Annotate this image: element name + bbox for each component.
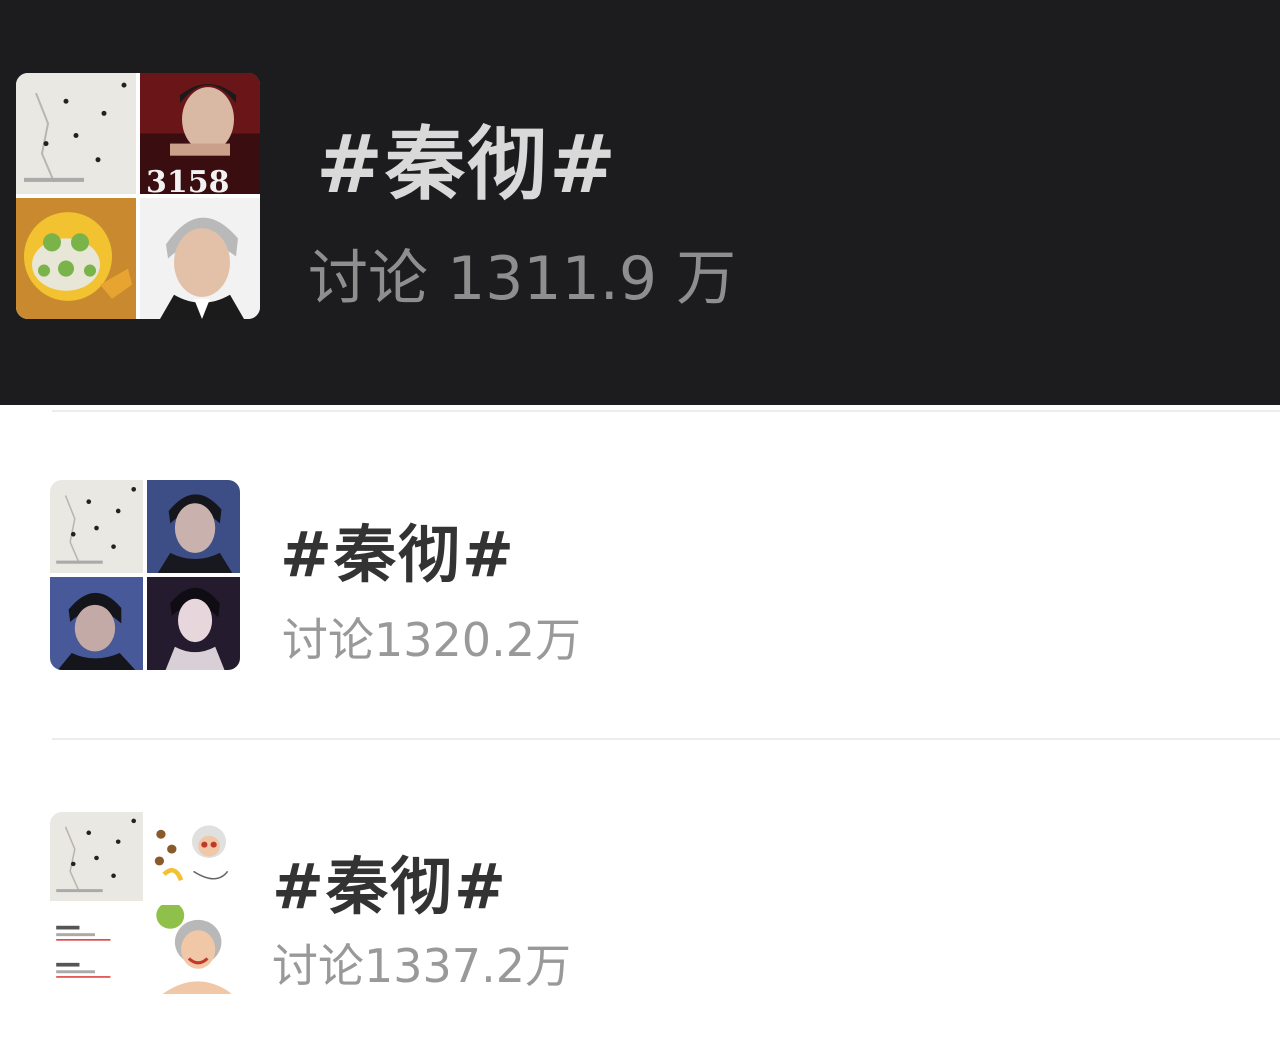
discussion-count: 讨论1337.2万 bbox=[272, 939, 571, 993]
emoji-face-mask-image bbox=[16, 198, 136, 319]
paper-photo-image bbox=[50, 812, 143, 901]
topic-title: #秦彻# bbox=[316, 118, 619, 211]
discussion-count: 讨论1320.2万 bbox=[282, 613, 581, 667]
list-screenshot-image bbox=[50, 905, 143, 994]
dark-hair-portrait-image bbox=[50, 577, 143, 670]
topic-thumbnail-grid bbox=[50, 812, 240, 994]
topic-title: #秦彻# bbox=[280, 518, 516, 591]
topic-item[interactable]: #秦彻# 讨论1337.2万 bbox=[0, 740, 1280, 1057]
silver-hair-portrait-image bbox=[140, 198, 260, 319]
discussion-count: 讨论 1311.9 万 bbox=[308, 244, 737, 314]
topic-thumbnail-grid bbox=[50, 480, 240, 670]
topic-title: #秦彻# bbox=[272, 850, 508, 923]
dark-hair-portrait-image bbox=[147, 480, 240, 573]
topic-item[interactable]: #秦彻# 讨论1320.2万 bbox=[0, 412, 1280, 738]
portrait-cover-image: 3158 bbox=[140, 73, 260, 194]
topic-item-highlighted[interactable]: 3158 #秦彻# 讨论 1311.9 万 bbox=[0, 0, 1280, 405]
sticker-grandma-emojis-image bbox=[147, 812, 240, 901]
sticker-grandma-face-mask-image bbox=[147, 905, 240, 994]
dark-hair-portrait-purple-image bbox=[147, 577, 240, 670]
paper-photo-image bbox=[50, 480, 143, 573]
paper-photo-image bbox=[16, 73, 136, 194]
svg-text:3158: 3158 bbox=[146, 165, 229, 194]
topic-list: 3158 #秦彻# 讨论 1311.9 万 #秦彻# 讨论1320.2万 #秦彻… bbox=[0, 0, 1280, 1057]
topic-thumbnail-grid: 3158 bbox=[16, 73, 260, 319]
